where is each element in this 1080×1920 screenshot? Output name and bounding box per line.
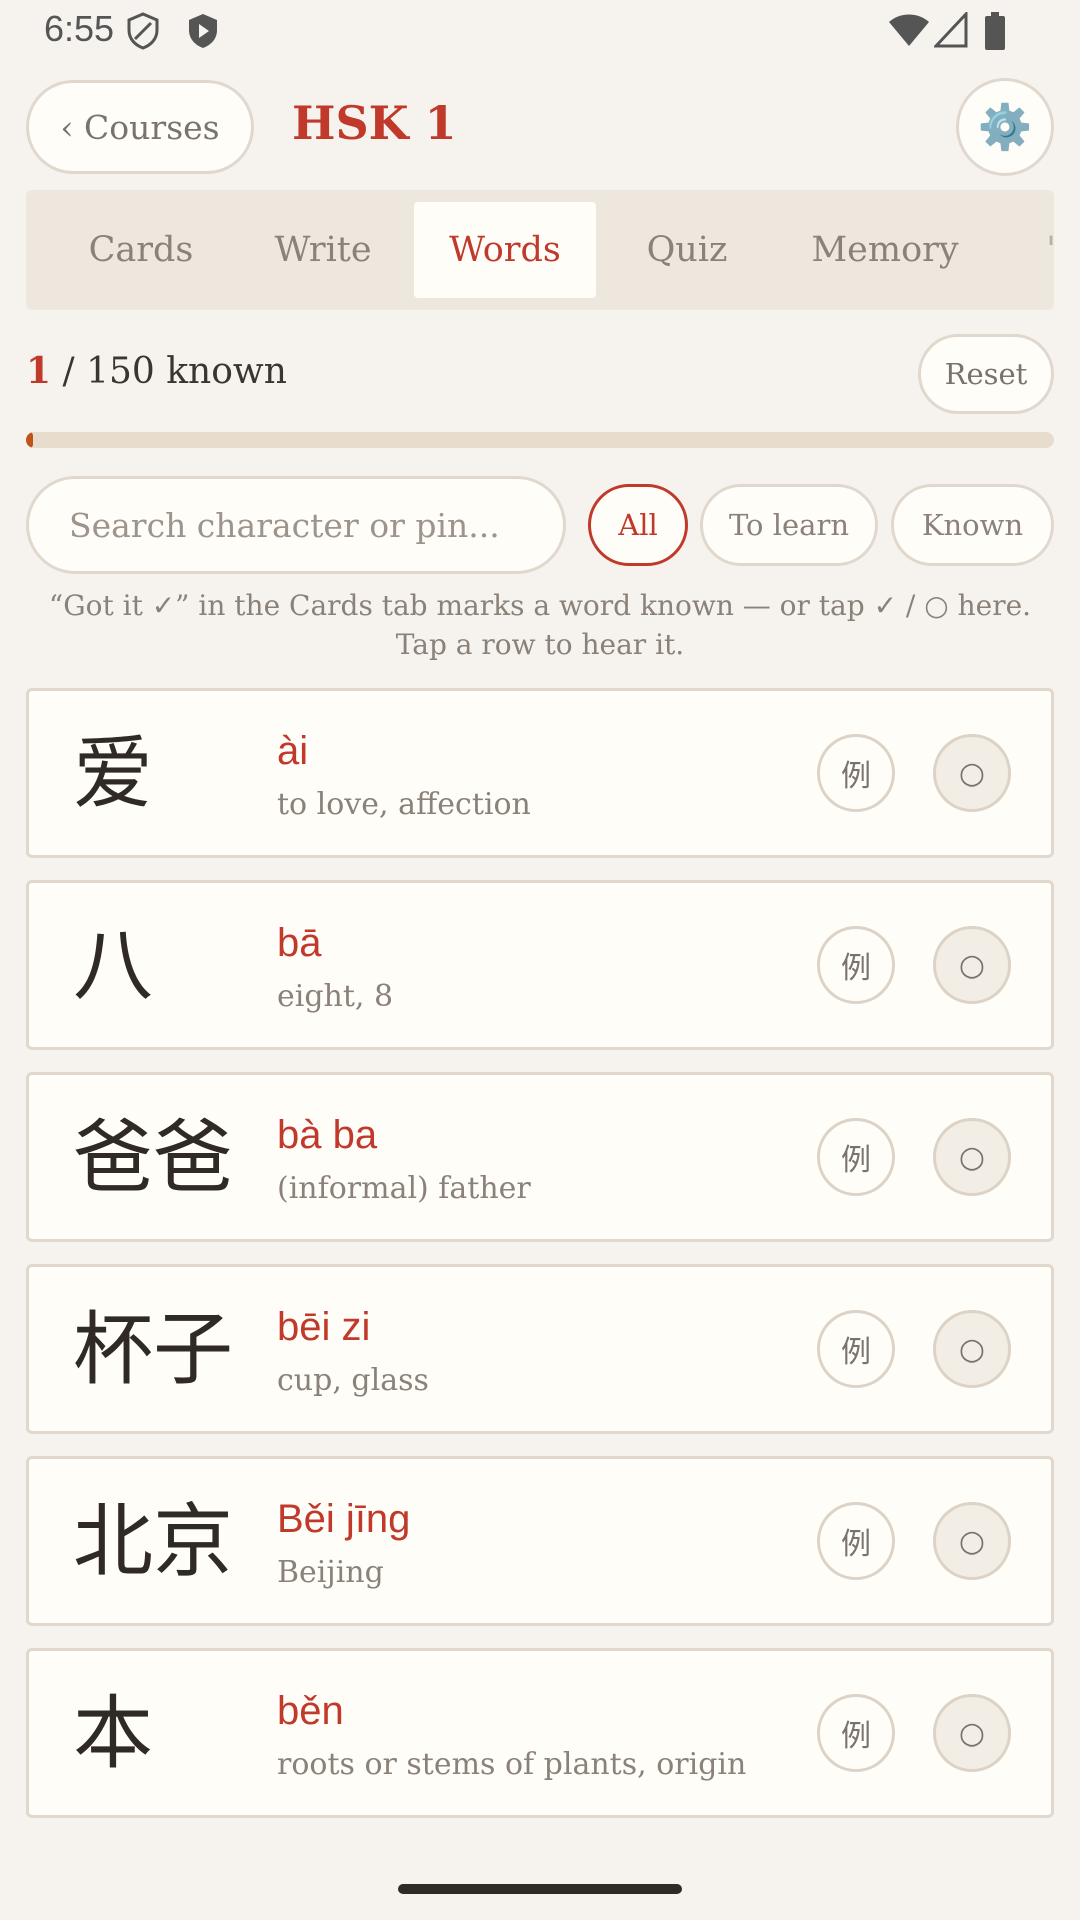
search-input[interactable] — [26, 476, 566, 574]
known-count: 1 / 150 known — [26, 350, 287, 392]
tab-overflow[interactable]: ' — [1036, 202, 1054, 298]
reset-button[interactable]: Reset — [918, 334, 1054, 414]
word-meaning: (informal) father — [277, 1171, 531, 1206]
hint-text: “Got it ✓” in the Cards tab marks a word… — [48, 589, 1032, 661]
filter-all[interactable]: All — [588, 484, 688, 566]
header: ‹ Courses HSK 1 ⚙️ — [0, 78, 1080, 182]
mark-known-button[interactable]: ○ — [933, 1502, 1011, 1580]
example-button[interactable]: 例 — [817, 1694, 895, 1772]
word-row[interactable]: 爸爸 bà ba (informal) father 例 ○ — [26, 1072, 1054, 1242]
word-hanzi: 八 — [73, 919, 153, 1012]
word-meaning: Beijing — [277, 1555, 384, 1590]
tab-bar: Cards Write Words Quiz Memory ' — [26, 190, 1054, 310]
mark-known-button[interactable]: ○ — [933, 1694, 1011, 1772]
back-to-courses-button[interactable]: ‹ Courses — [26, 80, 254, 174]
mark-known-button[interactable]: ○ — [933, 1310, 1011, 1388]
wifi-icon — [889, 14, 929, 46]
word-list: 爱 ài to love, affection 例 ○ 八 bā eight, … — [26, 688, 1054, 1840]
example-button[interactable]: 例 — [817, 1310, 895, 1388]
tab-cards[interactable]: Cards — [50, 202, 232, 298]
word-hanzi: 杯子 — [73, 1303, 233, 1396]
word-row[interactable]: 杯子 bēi zi cup, glass 例 ○ — [26, 1264, 1054, 1434]
example-button[interactable]: 例 — [817, 1502, 895, 1580]
battery-icon — [985, 12, 1005, 50]
mark-known-button[interactable]: ○ — [933, 1118, 1011, 1196]
word-hanzi: 北京 — [73, 1495, 233, 1588]
word-pinyin: bēi zi — [277, 1305, 371, 1349]
status-bar: 6:55 — [0, 0, 1080, 60]
page-title: HSK 1 — [292, 96, 457, 150]
word-row[interactable]: 北京 Běi jīng Beijing 例 ○ — [26, 1456, 1054, 1626]
tab-quiz[interactable]: Quiz — [596, 202, 778, 298]
word-pinyin: ài — [277, 729, 309, 773]
known-total: / 150 known — [51, 351, 287, 392]
tab-write[interactable]: Write — [232, 202, 414, 298]
filter-known[interactable]: Known — [891, 484, 1054, 566]
progress-bar — [26, 432, 1054, 448]
word-pinyin: bā — [277, 921, 322, 965]
example-button[interactable]: 例 — [817, 1118, 895, 1196]
word-meaning: to love, affection — [277, 787, 531, 822]
word-pinyin: Běi jīng — [277, 1497, 411, 1541]
signal-icon — [934, 12, 968, 48]
word-meaning: roots or stems of plants, origin — [277, 1747, 747, 1782]
word-row[interactable]: 爱 ài to love, affection 例 ○ — [26, 688, 1054, 858]
shield-outline-icon — [127, 12, 159, 50]
word-hanzi: 本 — [73, 1687, 153, 1780]
mark-known-button[interactable]: ○ — [933, 926, 1011, 1004]
word-hanzi: 爱 — [73, 727, 153, 820]
word-hanzi: 爸爸 — [73, 1111, 233, 1204]
shield-icon — [189, 14, 217, 48]
home-indicator[interactable] — [398, 1884, 682, 1894]
gear-icon: ⚙️ — [977, 102, 1033, 153]
filter-to-learn[interactable]: To learn — [700, 484, 878, 566]
word-row[interactable]: 本 běn roots or stems of plants, origin 例… — [26, 1648, 1054, 1818]
progress-fill — [26, 432, 33, 448]
known-number: 1 — [26, 350, 52, 392]
mark-known-button[interactable]: ○ — [933, 734, 1011, 812]
settings-button[interactable]: ⚙️ — [956, 78, 1054, 176]
word-meaning: cup, glass — [277, 1363, 429, 1398]
tab-words[interactable]: Words — [414, 202, 596, 298]
word-pinyin: běn — [277, 1689, 344, 1733]
word-pinyin: bà ba — [277, 1113, 378, 1157]
example-button[interactable]: 例 — [817, 926, 895, 1004]
example-button[interactable]: 例 — [817, 734, 895, 812]
status-time: 6:55 — [44, 8, 115, 49]
tab-memory[interactable]: Memory — [778, 202, 992, 298]
word-row[interactable]: 八 bā eight, 8 例 ○ — [26, 880, 1054, 1050]
word-meaning: eight, 8 — [277, 979, 394, 1014]
